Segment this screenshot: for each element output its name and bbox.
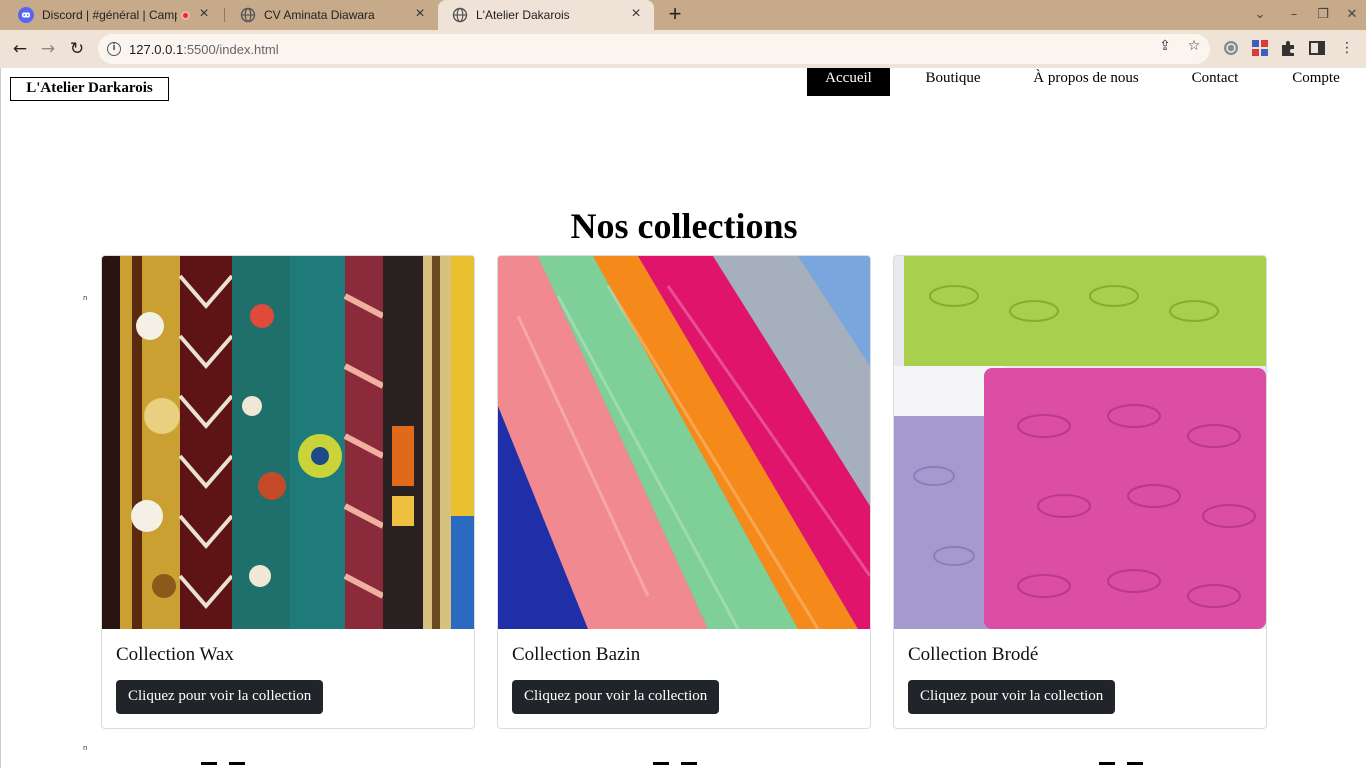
bazin-fabric-image[interactable] [498,256,870,629]
card-title: Collection Brodé [908,644,1039,665]
tab-discord[interactable]: Discord | #général | Campus × [4,0,222,30]
below-fold-content [1127,762,1143,768]
nav-accueil[interactable]: Accueil [807,68,890,96]
minimize-icon[interactable]: – [1284,5,1304,25]
collection-card-wax: Collection Wax Cliquez pour voir la coll… [101,255,475,729]
nav-boutique[interactable]: Boutique [913,68,993,96]
view-collection-button[interactable]: Cliquez pour voir la collection [116,680,324,714]
main-nav: Accueil Boutique À propos de nous Contac… [1,68,1366,98]
below-fold-content [201,762,217,768]
share-icon[interactable]: ⇪ [1156,37,1174,55]
extension-globe-icon[interactable] [1222,39,1240,57]
forward-arrow-icon[interactable]: → [36,37,60,61]
extension-grid-icon[interactable] [1251,39,1269,57]
embroidered-fabric-image[interactable] [894,256,1266,629]
card-title: Collection Wax [116,644,234,665]
card-title: Collection Bazin [512,644,641,665]
tab-atelier[interactable]: L'Atelier Dakarois × [438,0,654,30]
url-path: :5500/index.html [183,41,279,57]
new-tab-button[interactable]: + [663,3,687,27]
tab-title: CV Aminata Diawara [264,8,375,22]
below-fold-content [229,762,245,768]
below-fold-content [653,762,669,768]
recording-indicator-icon [181,10,190,20]
tab-title: L'Atelier Dakarois [476,8,570,22]
nav-a-propos[interactable]: À propos de nous [1023,68,1149,96]
address-bar[interactable]: i 127.0.0.1:5500/index.html [98,34,1210,64]
tab-title: Discord | #général | Campus [42,8,177,22]
close-tab-icon[interactable]: × [412,6,428,23]
globe-icon [452,7,468,23]
nav-compte[interactable]: Compte [1283,68,1349,96]
tab-separator [224,8,225,22]
collection-card-bazin: Collection Bazin Cliquez pour voir la co… [497,255,871,729]
web-page: L'Atelier Darkarois Accueil Boutique À p… [0,68,1366,768]
list-marker: n [83,744,88,752]
below-fold-content [681,762,697,768]
list-marker: n [83,294,88,302]
browser-toolbar: ← → ↻ i 127.0.0.1:5500/index.html ⇪ ☆ ⋮ [0,30,1366,68]
globe-icon [240,7,256,23]
extensions-puzzle-icon[interactable] [1279,39,1297,57]
close-tab-icon[interactable]: × [196,6,212,23]
discord-icon [18,7,34,23]
section-title: Nos collections [570,206,798,246]
side-panel-icon[interactable] [1308,39,1326,57]
wax-fabric-image[interactable] [102,256,474,629]
browser-menu-icon[interactable]: ⋮ [1338,39,1356,57]
site-info-icon[interactable]: i [107,42,121,56]
view-collection-button[interactable]: Cliquez pour voir la collection [908,680,1116,714]
restore-icon[interactable]: ❐ [1313,5,1333,25]
browser-tabstrip: Discord | #général | Campus × CV Aminata… [0,0,1366,30]
back-arrow-icon[interactable]: ← [8,37,32,61]
tab-cv[interactable]: CV Aminata Diawara × [226,0,438,30]
close-window-icon[interactable]: ✕ [1342,5,1362,25]
collection-card-brode: Collection Brodé Cliquez pour voir la co… [893,255,1267,729]
view-collection-button[interactable]: Cliquez pour voir la collection [512,680,720,714]
close-tab-icon[interactable]: × [628,6,644,23]
url-host: 127.0.0.1 [129,41,184,57]
reload-icon[interactable]: ↻ [65,37,89,61]
below-fold-content [1099,762,1115,768]
tab-search-chevron-icon[interactable]: ⌄ [1250,5,1270,25]
bookmark-star-icon[interactable]: ☆ [1185,37,1203,55]
nav-contact[interactable]: Contact [1181,68,1249,96]
